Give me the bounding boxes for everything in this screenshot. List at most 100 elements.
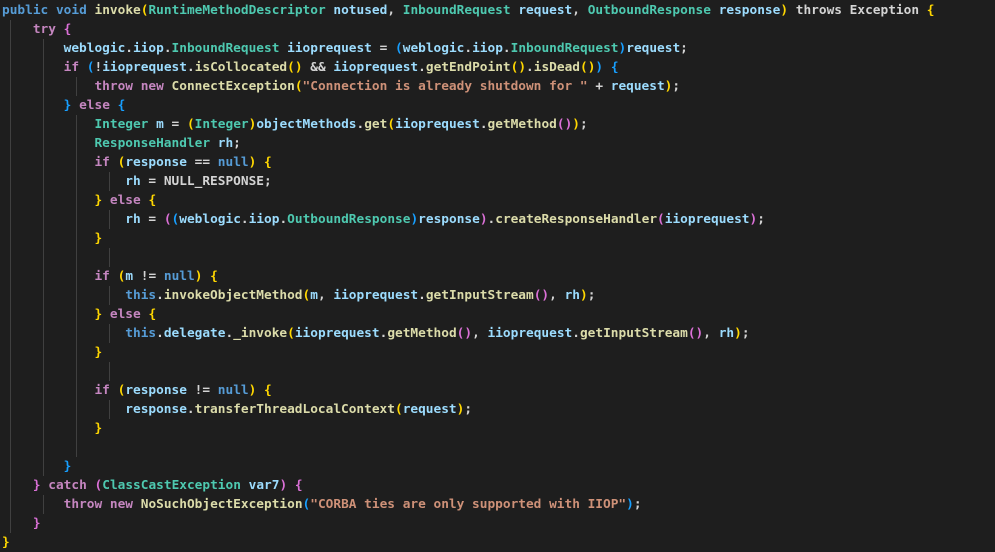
code-token-fn: getInputStream <box>425 288 534 303</box>
code-token-b1: () <box>579 60 596 75</box>
code-token-var: objectMethods <box>256 117 357 132</box>
code-token-b3: ( <box>86 60 95 75</box>
code-token-txt: , <box>472 326 488 341</box>
code-token-type: InboundRequest <box>402 3 511 18</box>
code-line[interactable]: } <box>2 419 995 438</box>
code-token-txt: . <box>572 326 580 341</box>
code-line[interactable]: this.invokeObjectMethod(m, iioprequest.g… <box>2 286 995 305</box>
code-line[interactable]: public void invoke(RuntimeMethodDescript… <box>2 1 995 20</box>
code-line[interactable]: } else { <box>2 96 995 115</box>
code-line-text: } <box>2 516 41 531</box>
code-token-txt: . <box>526 60 534 75</box>
code-token-type: OutboundResponse <box>287 212 411 227</box>
code-token-txt: . <box>418 60 426 75</box>
code-line[interactable]: } else { <box>2 191 995 210</box>
code-line[interactable]: } <box>2 229 995 248</box>
code-line[interactable]: rh = ((weblogic.iiop.OutboundResponse)re… <box>2 210 995 229</box>
code-token-txt: ; <box>672 79 681 94</box>
code-token-kw: this <box>125 326 157 341</box>
code-line[interactable]: } <box>2 457 995 476</box>
code-line[interactable]: if (response == null) { <box>2 153 995 172</box>
code-line[interactable]: throw new ConnectException("Connection i… <box>2 77 995 96</box>
code-token-txt: . <box>186 402 195 417</box>
code-token-fn: ConnectException <box>171 79 295 94</box>
code-line[interactable]: } <box>2 533 995 552</box>
code-token-b1: ) <box>579 288 588 303</box>
code-line[interactable]: weblogic.iiop.InboundRequest iioprequest… <box>2 39 995 58</box>
code-token-var: weblogic <box>402 41 465 56</box>
code-token-b3: ) <box>626 497 634 512</box>
code-line[interactable] <box>2 248 995 267</box>
code-line[interactable] <box>2 362 995 381</box>
code-token-txt: = <box>371 41 396 56</box>
code-line[interactable]: } <box>2 343 995 362</box>
code-token-fn: transferThreadLocalContext <box>194 402 395 417</box>
code-line[interactable]: ResponseHandler rh; <box>2 134 995 153</box>
code-line[interactable] <box>2 438 995 457</box>
code-line-text: throw new ConnectException("Connection i… <box>2 79 680 94</box>
code-token-b1: } <box>94 307 103 322</box>
indent-guide <box>109 248 110 267</box>
code-token-type: ResponseHandler <box>94 136 211 151</box>
code-token-fn: invokeObjectMethod <box>163 288 303 303</box>
code-token-ctrl: else <box>79 98 110 113</box>
code-token-kw: public <box>2 3 49 18</box>
code-line[interactable]: Integer m = (Integer)objectMethods.get(i… <box>2 115 995 134</box>
code-token-txt: . <box>156 288 164 303</box>
code-line-text: public void invoke(RuntimeMethodDescript… <box>2 3 934 18</box>
code-token-var: response <box>125 402 187 417</box>
code-line-text: Integer m = (Integer)objectMethods.get(i… <box>2 117 587 132</box>
code-line[interactable]: throw new NoSuchObjectException("CORBA t… <box>2 495 995 514</box>
code-token-var: request <box>402 402 457 417</box>
code-token-var: m <box>125 269 134 284</box>
code-line-text: if (!iioprequest.isCollocated() && iiopr… <box>2 60 619 75</box>
code-token-fn: get <box>364 117 388 132</box>
code-token-txt: . <box>186 60 195 75</box>
code-token-type: InboundRequest <box>171 41 280 56</box>
code-token-b1: } <box>2 535 10 550</box>
code-token-txt: . <box>279 212 288 227</box>
indent-guide <box>43 248 44 267</box>
code-token-b3: { <box>117 98 126 113</box>
code-token-b3: ( <box>395 41 403 56</box>
code-line[interactable]: if (!iioprequest.isCollocated() && iiopr… <box>2 58 995 77</box>
code-token-var: notused <box>333 3 388 18</box>
code-token-fn: getMethod <box>487 117 557 132</box>
code-line[interactable]: } <box>2 514 995 533</box>
code-line[interactable]: rh = NULL_RESPONSE; <box>2 172 995 191</box>
code-token-txt: . <box>240 212 249 227</box>
code-line[interactable]: response.transferThreadLocalContext(requ… <box>2 400 995 419</box>
code-line[interactable]: if (response != null) { <box>2 381 995 400</box>
code-token-var: iioprequest <box>664 212 750 227</box>
code-line[interactable]: } else { <box>2 305 995 324</box>
code-token-ctrl: throw <box>94 79 133 94</box>
indent-guide <box>76 362 77 381</box>
code-token-var: iioprequest <box>294 326 380 341</box>
code-token-b2: } <box>32 478 41 493</box>
code-token-txt: == <box>186 155 218 170</box>
code-line[interactable]: try { <box>2 20 995 39</box>
code-line[interactable]: } catch (ClassCastException var7) { <box>2 476 995 495</box>
code-token-txt: + <box>587 79 611 94</box>
code-line[interactable]: if (m != null) { <box>2 267 995 286</box>
code-line[interactable]: this.delegate._invoke(iioprequest.getMet… <box>2 324 995 343</box>
code-editor[interactable]: public void invoke (RuntimeMethodDescript… <box>0 0 995 552</box>
indent-guide <box>43 362 44 381</box>
code-token-b2: () <box>456 326 473 341</box>
